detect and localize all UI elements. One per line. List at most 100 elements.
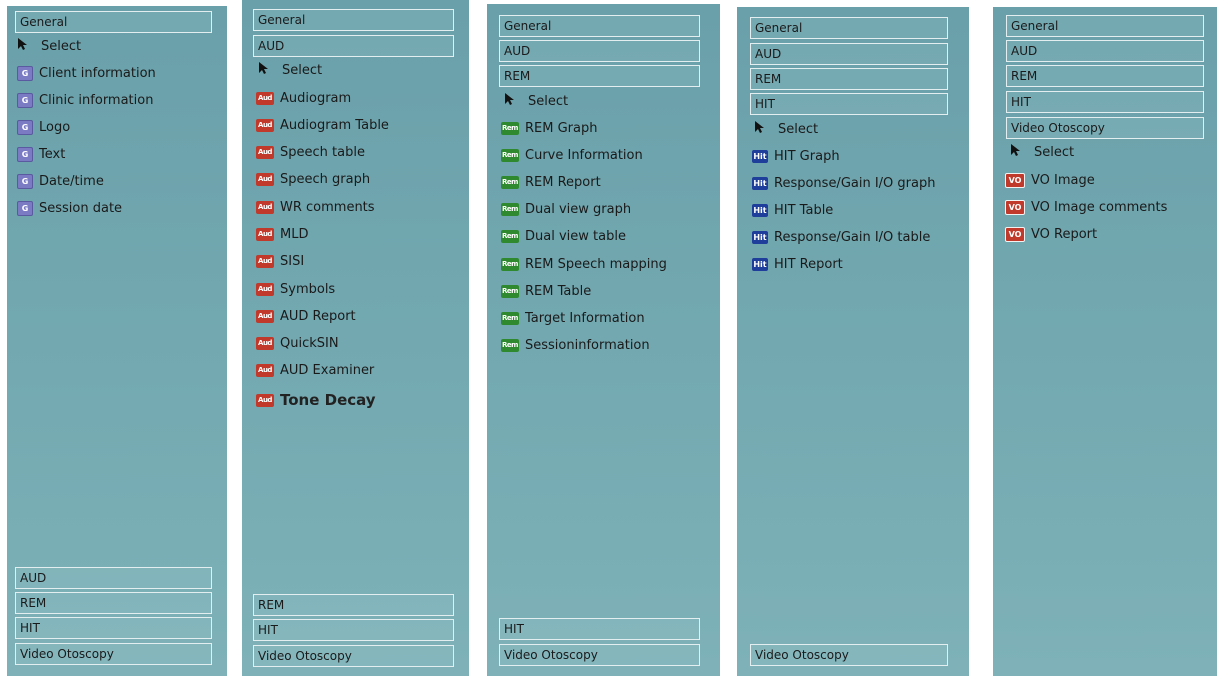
aud-badge-icon: Aud	[256, 309, 274, 323]
item-date-time[interactable]: G Date/time	[17, 170, 104, 192]
item-vo-image[interactable]: VO VO Image	[1005, 169, 1095, 191]
item-sisi[interactable]: Aud SISI	[256, 250, 304, 272]
header-rem[interactable]: REM	[15, 592, 212, 614]
item-label: Dual view graph	[525, 201, 632, 217]
item-select[interactable]: Select	[17, 35, 81, 57]
rem-badge-icon: Rem	[501, 257, 519, 271]
header-video-otoscopy[interactable]: Video Otoscopy	[1006, 117, 1204, 139]
header-aud[interactable]: AUD	[253, 35, 454, 57]
item-label: REM Report	[525, 174, 601, 190]
item-session-information[interactable]: Rem Sessioninformation	[501, 334, 650, 356]
item-speech-table[interactable]: Aud Speech table	[256, 141, 365, 163]
item-dual-view-table[interactable]: Rem Dual view table	[501, 225, 626, 247]
item-text[interactable]: G Text	[17, 143, 65, 165]
aud-badge-icon: Aud	[256, 91, 274, 105]
item-mld[interactable]: Aud MLD	[256, 223, 308, 245]
item-label: REM Table	[525, 283, 592, 299]
aud-badge-icon: Aud	[256, 254, 274, 268]
item-label: Speech graph	[280, 171, 371, 187]
item-wr-comments[interactable]: Aud WR comments	[256, 196, 375, 218]
general-badge-icon: G	[17, 119, 33, 135]
item-quicksin[interactable]: Aud QuickSIN	[256, 332, 339, 354]
hit-badge-icon: Hit	[752, 176, 768, 190]
item-hit-report[interactable]: Hit HIT Report	[752, 253, 843, 275]
header-hit[interactable]: HIT	[1006, 91, 1204, 113]
header-video-otoscopy[interactable]: Video Otoscopy	[499, 644, 700, 666]
item-response-gain-io-table[interactable]: Hit Response/Gain I/O table	[752, 226, 930, 248]
header-rem[interactable]: REM	[750, 68, 948, 90]
header-aud[interactable]: AUD	[750, 43, 948, 65]
item-aud-report[interactable]: Aud AUD Report	[256, 305, 356, 327]
item-label: REM Graph	[525, 120, 598, 136]
header-general[interactable]: General	[499, 15, 700, 37]
item-rem-table[interactable]: Rem REM Table	[501, 280, 591, 302]
item-label: Select	[1034, 144, 1075, 160]
header-hit[interactable]: HIT	[750, 93, 948, 115]
aud-badge-icon: Aud	[256, 363, 274, 377]
item-label: HIT Graph	[774, 148, 840, 164]
item-vo-image-comments[interactable]: VO VO Image comments	[1005, 196, 1167, 218]
item-hit-table[interactable]: Hit HIT Table	[752, 199, 833, 221]
item-select[interactable]: Select	[754, 118, 818, 140]
header-aud[interactable]: AUD	[499, 40, 700, 62]
item-select[interactable]: Select	[504, 90, 568, 112]
item-target-information[interactable]: Rem Target Information	[501, 307, 645, 329]
item-dual-view-graph[interactable]: Rem Dual view graph	[501, 198, 631, 220]
general-badge-icon: G	[17, 200, 33, 216]
panel-aud: General AUD Select Aud Audiogram Aud Aud…	[242, 0, 469, 676]
item-label: AUD Report	[280, 308, 356, 324]
hit-badge-icon: Hit	[752, 257, 768, 271]
header-hit[interactable]: HIT	[499, 618, 700, 640]
item-label: AUD Examiner	[280, 362, 375, 378]
header-general[interactable]: General	[1006, 15, 1204, 37]
header-general[interactable]: General	[15, 11, 212, 33]
general-badge-icon: G	[17, 146, 33, 162]
rem-badge-icon: Rem	[501, 229, 519, 243]
rem-badge-icon: Rem	[501, 202, 519, 216]
arrow-cursor-icon	[17, 37, 31, 55]
item-speech-graph[interactable]: Aud Speech graph	[256, 168, 370, 190]
item-logo[interactable]: G Logo	[17, 116, 70, 138]
item-label: Select	[282, 62, 323, 78]
item-clinic-information[interactable]: G Clinic information	[17, 89, 153, 111]
item-curve-information[interactable]: Rem Curve Information	[501, 144, 643, 166]
item-vo-report[interactable]: VO VO Report	[1005, 223, 1097, 245]
item-response-gain-io-graph[interactable]: Hit Response/Gain I/O graph	[752, 172, 935, 194]
header-aud[interactable]: AUD	[1006, 40, 1204, 62]
item-label: Audiogram Table	[280, 117, 389, 133]
item-select[interactable]: Select	[1010, 141, 1074, 163]
item-rem-report[interactable]: Rem REM Report	[501, 171, 601, 193]
item-label: WR comments	[280, 199, 375, 215]
header-general[interactable]: General	[253, 9, 454, 31]
arrow-cursor-icon	[258, 61, 272, 79]
item-audiogram[interactable]: Aud Audiogram	[256, 87, 351, 109]
rem-badge-icon: Rem	[501, 338, 519, 352]
item-symbols[interactable]: Aud Symbols	[256, 278, 335, 300]
header-hit[interactable]: HIT	[15, 617, 212, 639]
item-aud-examiner[interactable]: Aud AUD Examiner	[256, 359, 374, 381]
header-rem[interactable]: REM	[253, 594, 454, 616]
item-label: QuickSIN	[280, 335, 339, 351]
header-aud[interactable]: AUD	[15, 567, 212, 589]
item-audiogram-table[interactable]: Aud Audiogram Table	[256, 114, 389, 136]
header-general[interactable]: General	[750, 17, 948, 39]
item-label: Audiogram	[280, 90, 352, 106]
item-tone-decay[interactable]: Aud Tone Decay	[256, 389, 376, 411]
item-rem-graph[interactable]: Rem REM Graph	[501, 117, 597, 139]
header-video-otoscopy[interactable]: Video Otoscopy	[15, 643, 212, 665]
item-session-date[interactable]: G Session date	[17, 197, 122, 219]
header-rem[interactable]: REM	[1006, 65, 1204, 87]
header-hit[interactable]: HIT	[253, 619, 454, 641]
item-client-information[interactable]: G Client information	[17, 62, 156, 84]
aud-badge-icon: Aud	[256, 200, 274, 214]
header-rem[interactable]: REM	[499, 65, 700, 87]
header-video-otoscopy[interactable]: Video Otoscopy	[253, 645, 454, 667]
item-label: Dual view table	[525, 228, 626, 244]
item-select[interactable]: Select	[258, 59, 322, 81]
panel-rem: General AUD REM Select Rem REM Graph Rem…	[487, 4, 720, 676]
hit-badge-icon: Hit	[752, 230, 768, 244]
arrow-cursor-icon	[754, 120, 768, 138]
item-rem-speech-mapping[interactable]: Rem REM Speech mapping	[501, 253, 667, 275]
item-hit-graph[interactable]: Hit HIT Graph	[752, 145, 840, 167]
header-video-otoscopy[interactable]: Video Otoscopy	[750, 644, 948, 666]
